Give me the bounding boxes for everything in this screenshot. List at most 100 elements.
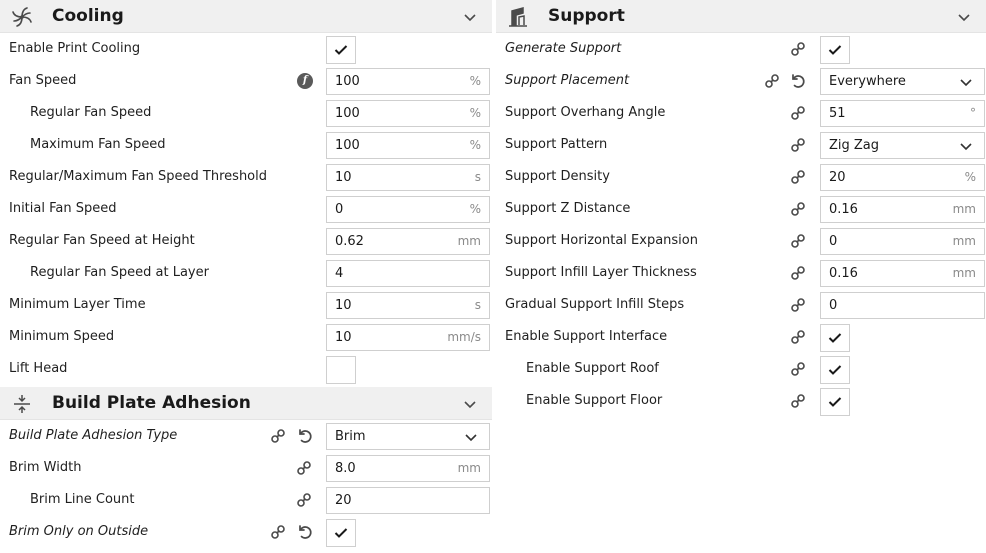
setting-value: Zig Zag — [829, 138, 880, 153]
setting-row: Gradual Support Infill Steps 0 — [496, 289, 986, 321]
setting-checkbox[interactable] — [820, 324, 850, 352]
chevron-down-icon — [465, 434, 477, 442]
reset-icon[interactable] — [297, 428, 313, 444]
setting-input[interactable]: 0% — [326, 196, 490, 223]
cooling-title: Cooling — [52, 6, 124, 26]
setting-input[interactable]: 8.0 mm — [326, 455, 490, 482]
link-icon[interactable] — [790, 233, 806, 249]
setting-row: Enable Print Cooling — [0, 33, 492, 65]
link-icon[interactable] — [296, 492, 312, 508]
setting-input[interactable]: 0.16 mm — [820, 196, 985, 223]
setting-dropdown[interactable]: Brim — [326, 423, 490, 450]
setting-input[interactable]: 100% — [326, 100, 490, 127]
link-icon[interactable] — [790, 265, 806, 281]
right-settings-panel: Support Generate Support Support Placemen… — [496, 0, 986, 417]
setting-input[interactable]: 0.16 mm — [820, 260, 985, 287]
setting-row: Brim Only on Outside — [0, 516, 492, 548]
setting-input[interactable]: 10 s — [326, 164, 490, 191]
checkmark-icon — [828, 365, 842, 375]
setting-checkbox[interactable] — [820, 388, 850, 416]
setting-label: Lift Head — [9, 361, 68, 376]
chevron-down-icon[interactable] — [462, 396, 478, 412]
setting-unit: % — [964, 170, 976, 184]
setting-input[interactable]: 0.62 mm — [326, 228, 490, 255]
setting-label: Enable Print Cooling — [9, 41, 141, 56]
setting-unit: ° — [970, 106, 976, 120]
adhesion-category-header[interactable]: Build Plate Adhesion — [0, 387, 492, 420]
link-icon[interactable] — [270, 524, 286, 540]
link-icon[interactable] — [790, 393, 806, 409]
setting-unit: mm — [952, 266, 976, 280]
setting-checkbox[interactable] — [820, 356, 850, 384]
setting-row: Support Horizontal Expansion 0 mm — [496, 225, 986, 257]
adhesion-icon — [14, 395, 30, 413]
checkmark-icon — [828, 45, 842, 55]
checkmark-icon — [334, 45, 348, 55]
setting-input[interactable]: 10 s — [326, 292, 490, 319]
setting-value: 0 — [335, 202, 344, 217]
link-icon[interactable] — [790, 361, 806, 377]
setting-dropdown[interactable]: Everywhere — [820, 68, 985, 95]
setting-row: Brim Width 8.0 mm — [0, 452, 492, 484]
setting-checkbox[interactable] — [326, 519, 356, 547]
setting-unit: mm — [952, 202, 976, 216]
chevron-down-icon — [960, 79, 972, 87]
setting-input[interactable]: 100% — [326, 68, 490, 95]
reset-icon[interactable] — [790, 73, 806, 89]
setting-label: Support Density — [505, 169, 610, 184]
link-icon[interactable] — [270, 428, 286, 444]
setting-input[interactable]: 100% — [326, 132, 490, 159]
link-icon[interactable] — [790, 41, 806, 57]
chevron-down-icon[interactable] — [956, 9, 972, 25]
setting-label: Support Z Distance — [505, 201, 631, 216]
setting-row: Generate Support — [496, 33, 986, 65]
support-settings-list: Generate Support Support Placement Everywh… — [496, 33, 986, 417]
setting-row: Regular Fan Speed at Layer 4 — [0, 257, 492, 289]
setting-label: Support Infill Layer Thickness — [505, 265, 697, 280]
function-icon[interactable]: f — [297, 73, 313, 89]
setting-input[interactable]: 4 — [326, 260, 490, 287]
setting-input[interactable]: 20 — [326, 487, 490, 514]
setting-input[interactable]: 51 ° — [820, 100, 985, 127]
setting-label: Generate Support — [505, 41, 622, 56]
setting-row: Fan Speed f 100% — [0, 65, 492, 97]
fan-icon — [12, 7, 32, 27]
setting-value: 100 — [335, 106, 360, 121]
link-icon[interactable] — [790, 105, 806, 121]
setting-input[interactable]: 0 mm — [820, 228, 985, 255]
link-icon[interactable] — [790, 329, 806, 345]
setting-label: Initial Fan Speed — [9, 201, 117, 216]
chevron-down-icon[interactable] — [462, 9, 478, 25]
setting-unit: mm — [952, 234, 976, 248]
reset-icon[interactable] — [297, 524, 313, 540]
link-icon[interactable] — [790, 137, 806, 153]
setting-input[interactable]: 10 mm/s — [326, 324, 490, 351]
setting-row: Lift Head — [0, 353, 492, 385]
cooling-category-header[interactable]: Cooling — [0, 0, 492, 33]
setting-input[interactable]: 0 — [820, 292, 985, 319]
setting-row: Initial Fan Speed 0% — [0, 193, 492, 225]
link-icon[interactable] — [790, 201, 806, 217]
setting-checkbox[interactable] — [820, 36, 850, 64]
setting-checkbox[interactable] — [326, 356, 356, 384]
setting-value: 0 — [829, 234, 838, 249]
link-icon[interactable] — [790, 169, 806, 185]
setting-label: Brim Line Count — [30, 492, 135, 507]
setting-dropdown[interactable]: Zig Zag — [820, 132, 985, 159]
link-icon[interactable] — [296, 460, 312, 476]
setting-unit: % — [469, 106, 481, 120]
link-icon[interactable] — [764, 73, 780, 89]
setting-value: 10 — [335, 298, 352, 313]
setting-label: Build Plate Adhesion Type — [9, 428, 178, 443]
support-icon — [509, 7, 527, 27]
setting-row: Regular Fan Speed 100% — [0, 97, 492, 129]
setting-checkbox[interactable] — [326, 36, 356, 64]
setting-label: Regular Fan Speed at Layer — [30, 265, 209, 280]
setting-value: 100 — [335, 138, 360, 153]
setting-value: 8.0 — [335, 461, 356, 476]
setting-label: Support Overhang Angle — [505, 105, 666, 120]
setting-input[interactable]: 20% — [820, 164, 985, 191]
link-icon[interactable] — [790, 297, 806, 313]
setting-label: Support Horizontal Expansion — [505, 233, 698, 248]
support-category-header[interactable]: Support — [496, 0, 986, 33]
